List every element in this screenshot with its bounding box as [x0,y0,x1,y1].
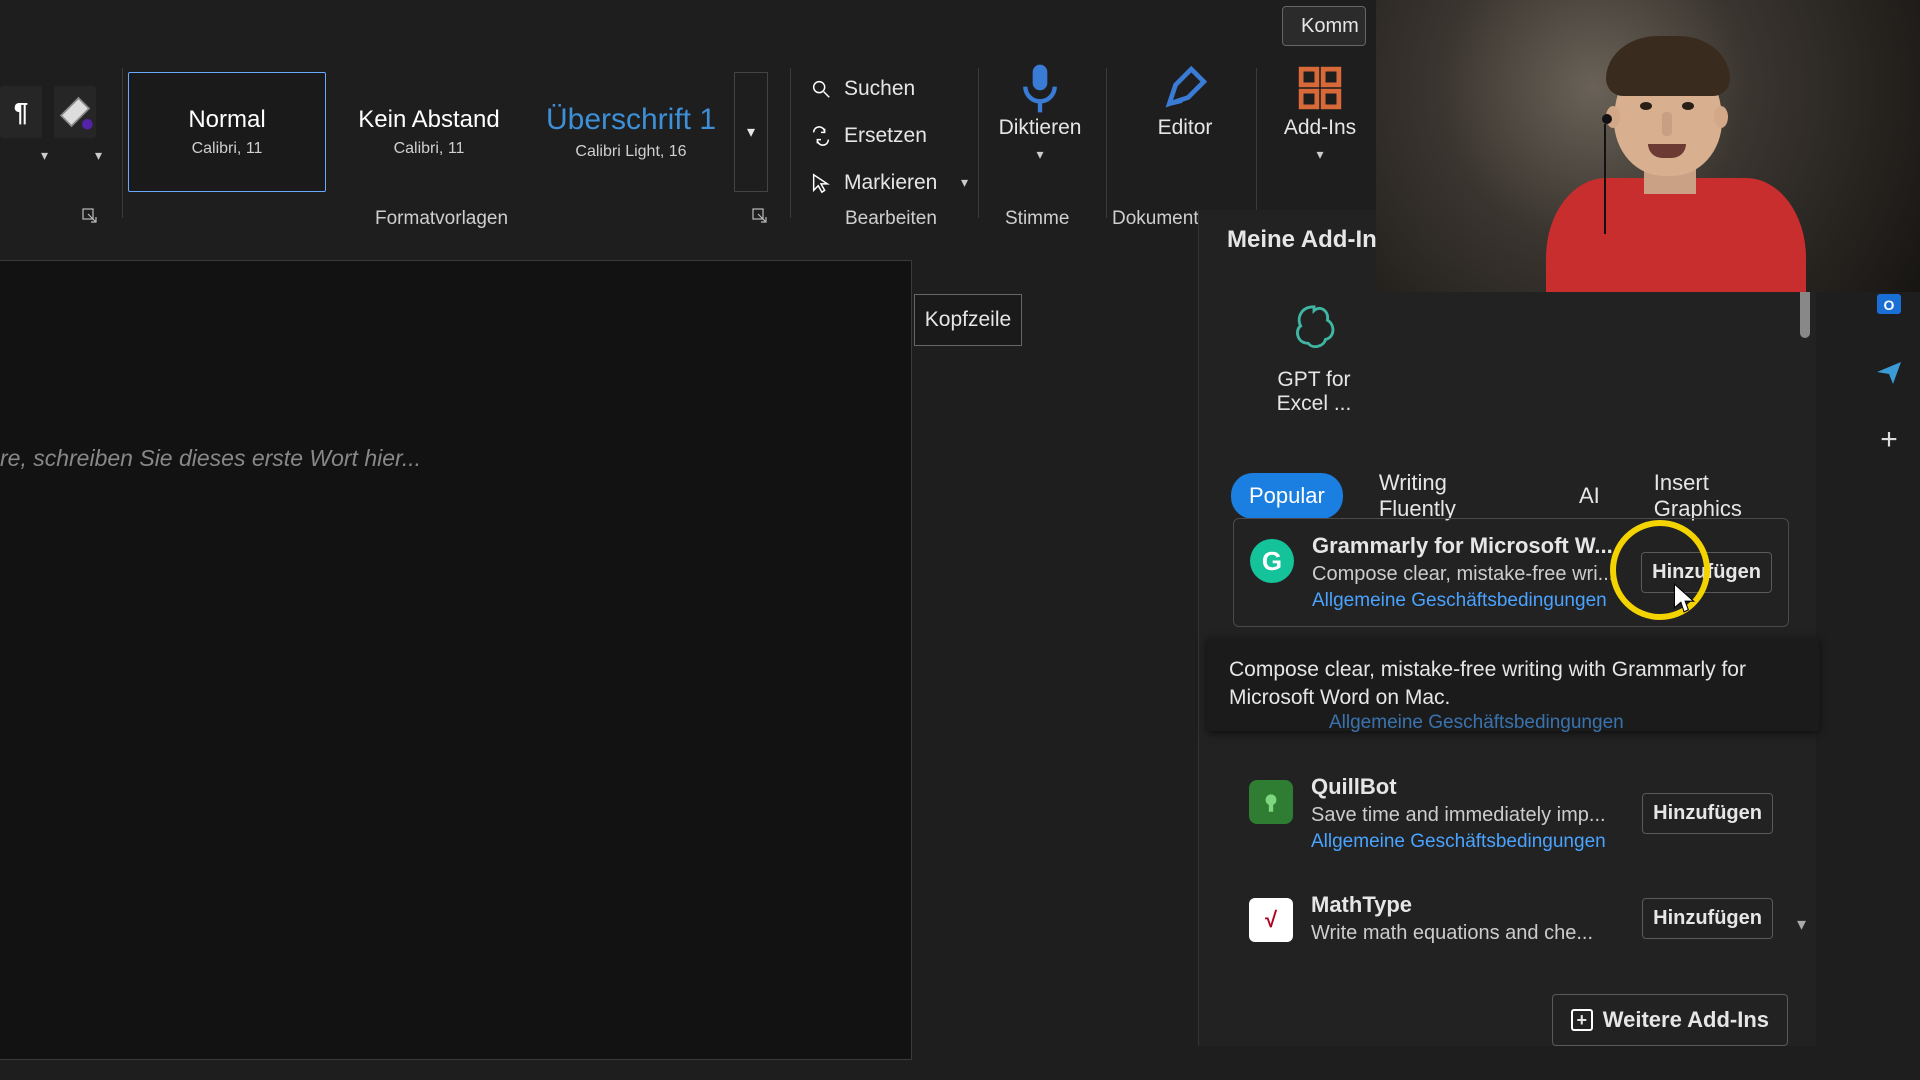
rail-add-icon[interactable]: + [1871,422,1907,458]
pen-icon [1163,66,1207,110]
comments-button[interactable]: Komm [1282,6,1366,46]
chevron-down-icon: ▾ [961,174,968,191]
group-label-edit: Bearbeiten [845,208,937,230]
editor-button[interactable]: Editor [1130,66,1240,196]
style-normal[interactable]: Normal Calibri, 11 [128,72,326,192]
chevron-down-icon: ▾ [95,147,102,164]
chevron-down-icon: ▾ [1316,146,1323,163]
style-gallery: Normal Calibri, 11 Kein Abstand Calibri,… [128,72,768,192]
tab-ai[interactable]: AI [1561,473,1618,519]
grammarly-icon: G [1250,539,1294,583]
expand-chevron-icon[interactable]: ▾ [1797,914,1806,935]
paint-bucket-icon [54,91,96,133]
document-placeholder: re, schreiben Sie dieses erste Wort hier… [0,445,421,472]
select-label: Markieren [844,171,937,195]
addin-card-quillbot[interactable]: QuillBot Save time and immediately imp..… [1233,768,1789,859]
microphone-icon [1018,61,1062,116]
my-addin-name: GPT for Excel ... [1249,368,1379,416]
addin-terms-link[interactable]: Allgemeine Geschäftsbedingungen [1312,590,1623,612]
plus-icon: + [1880,423,1898,457]
group-label-docreview: Dokumentp [1112,208,1209,230]
document-canvas[interactable]: re, schreiben Sie dieses erste Wort hier… [0,260,912,1060]
dialog-launcher-icon[interactable] [82,208,100,226]
chevron-down-icon: ▾ [1036,146,1043,163]
dialog-launcher-icon[interactable] [752,208,770,226]
add-button-mathtype[interactable]: Hinzufügen [1642,898,1773,939]
chevron-down-icon: ▾ [41,147,48,164]
group-label-voice: Stimme [1005,208,1069,230]
addins-label: Add-Ins [1284,116,1356,140]
find-button[interactable]: Suchen [810,70,968,109]
header-button-label: Kopfzeile [925,308,1011,332]
style-sub: Calibri Light, 16 [533,143,729,161]
dictate-label: Diktieren [999,116,1082,140]
mathtype-icon: √ [1249,898,1293,942]
svg-text:O: O [1884,297,1895,313]
editor-label: Editor [1158,116,1213,140]
right-tool-rail: O + [1866,286,1912,458]
addin-terms-link[interactable]: Allgemeine Geschäftsbedingungen [1311,831,1624,853]
panel-title: Meine Add-Ins [1227,226,1390,254]
style-heading1[interactable]: Überschrift 1 Calibri Light, 16 [532,72,730,192]
style-title: Überschrift 1 [533,103,729,137]
more-addins-button[interactable]: + Weitere Add-Ins [1552,994,1788,1046]
tab-popular[interactable]: Popular [1231,473,1343,519]
replace-label: Ersetzen [844,124,927,148]
header-button[interactable]: Kopfzeile [914,294,1022,346]
addin-desc: Compose clear, mistake-free wri... [1312,563,1623,586]
addin-desc: Save time and immediately imp... [1311,804,1624,827]
cursor-icon [810,172,832,194]
addin-title: Grammarly for Microsoft W... [1312,533,1623,559]
group-label-styles: Formatvorlagen [375,208,508,230]
find-label: Suchen [844,77,915,101]
ribbon-left-tools: ¶ ▾ ▾ [0,86,108,176]
plus-icon: + [1571,1009,1593,1031]
addin-title: QuillBot [1311,774,1624,800]
addins-panel: Meine Add-Ins GPT for Excel ... Popular … [1198,210,1816,1046]
style-kein-abstand[interactable]: Kein Abstand Calibri, 11 [330,72,528,192]
replace-icon [810,125,832,147]
search-icon [810,78,832,100]
addin-card-mathtype[interactable]: √ MathType Write math equations and che.… [1233,886,1789,951]
webcam-overlay [1376,0,1920,292]
add-button-quillbot[interactable]: Hinzufügen [1642,793,1773,834]
style-gallery-expand[interactable]: ▾ [734,72,768,192]
dictate-button[interactable]: Diktieren ▾ [985,66,1095,196]
more-addins-label: Weitere Add-Ins [1603,1007,1769,1033]
shading-button[interactable]: ▾ [54,86,96,138]
addin-terms-link-partial[interactable]: Allgemeine Geschäftsbedingungen [1329,712,1624,734]
select-menu[interactable]: Markieren ▾ [810,163,968,202]
presenter-figure [1536,28,1796,292]
scrollbar-thumb[interactable] [1800,286,1810,338]
style-title: Kein Abstand [331,106,527,134]
style-sub: Calibri, 11 [331,140,527,158]
style-sub: Calibri, 11 [129,140,325,158]
chevron-down-icon: ▾ [747,122,755,142]
paragraph-marks-button[interactable]: ¶ ▾ [0,86,42,138]
quillbot-icon [1249,780,1293,824]
gpt-addin-icon [1291,303,1337,349]
add-button-grammarly[interactable]: Hinzufügen [1641,552,1772,593]
addins-grid-icon [1298,66,1342,110]
addin-card-grammarly[interactable]: G Grammarly for Microsoft W... Compose c… [1233,518,1789,627]
edit-group: Suchen Ersetzen Markieren ▾ [810,70,968,202]
addin-title: MathType [1311,892,1624,918]
pilcrow-icon: ¶ [14,97,28,128]
addins-button[interactable]: Add-Ins ▾ [1265,66,1375,196]
comments-label: Komm [1301,15,1359,38]
replace-button[interactable]: Ersetzen [810,117,968,156]
rail-send-icon[interactable] [1871,354,1907,390]
my-addin-tile[interactable]: GPT for Excel ... [1249,296,1379,416]
addin-desc: Write math equations and che... [1311,922,1624,945]
style-title: Normal [129,106,325,134]
